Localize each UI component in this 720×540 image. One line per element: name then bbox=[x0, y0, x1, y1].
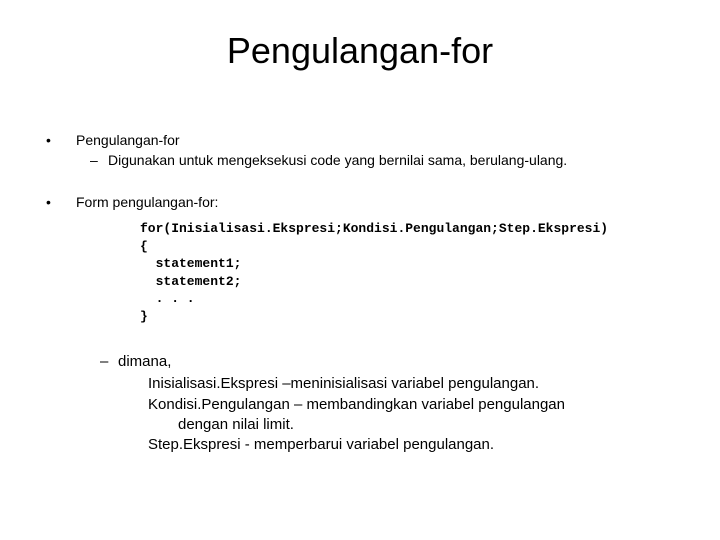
dash-icon: – bbox=[90, 152, 108, 168]
bullet-1-sub: – Digunakan untuk mengeksekusi code yang… bbox=[90, 152, 680, 168]
bullet-item-1: • Pengulangan-for bbox=[40, 132, 680, 148]
bullet-1-sub-text: Digunakan untuk mengeksekusi code yang b… bbox=[108, 152, 567, 168]
slide: Pengulangan-for • Pengulangan-for – Digu… bbox=[0, 0, 720, 540]
dash-icon: – bbox=[100, 353, 118, 370]
explain-body: Inisialisasi.Ekspresi –meninisialisasi v… bbox=[148, 374, 680, 455]
explain-lead: dimana, bbox=[118, 353, 171, 370]
explain-line-3: Step.Ekspresi - memperbarui variabel pen… bbox=[148, 435, 680, 455]
bullet-1-heading: Pengulangan-for bbox=[76, 132, 180, 148]
explain-lead-row: – dimana, bbox=[100, 353, 680, 370]
explanation-block: – dimana, Inisialisasi.Ekspresi –meninis… bbox=[100, 353, 680, 455]
bullet-item-2: • Form pengulangan-for: bbox=[40, 194, 680, 210]
bullet-dot-icon: • bbox=[40, 132, 76, 148]
bullet-dot-icon: • bbox=[40, 194, 76, 210]
explain-line-2: Kondisi.Pengulangan – membandingkan vari… bbox=[148, 395, 680, 415]
page-title: Pengulangan-for bbox=[40, 30, 680, 72]
code-block: for(Inisialisasi.Ekspresi;Kondisi.Pengul… bbox=[140, 220, 680, 325]
explain-line-2b: dengan nilai limit. bbox=[148, 415, 680, 435]
bullet-2-heading: Form pengulangan-for: bbox=[76, 194, 218, 210]
explain-line-1: Inisialisasi.Ekspresi –meninisialisasi v… bbox=[148, 374, 680, 394]
